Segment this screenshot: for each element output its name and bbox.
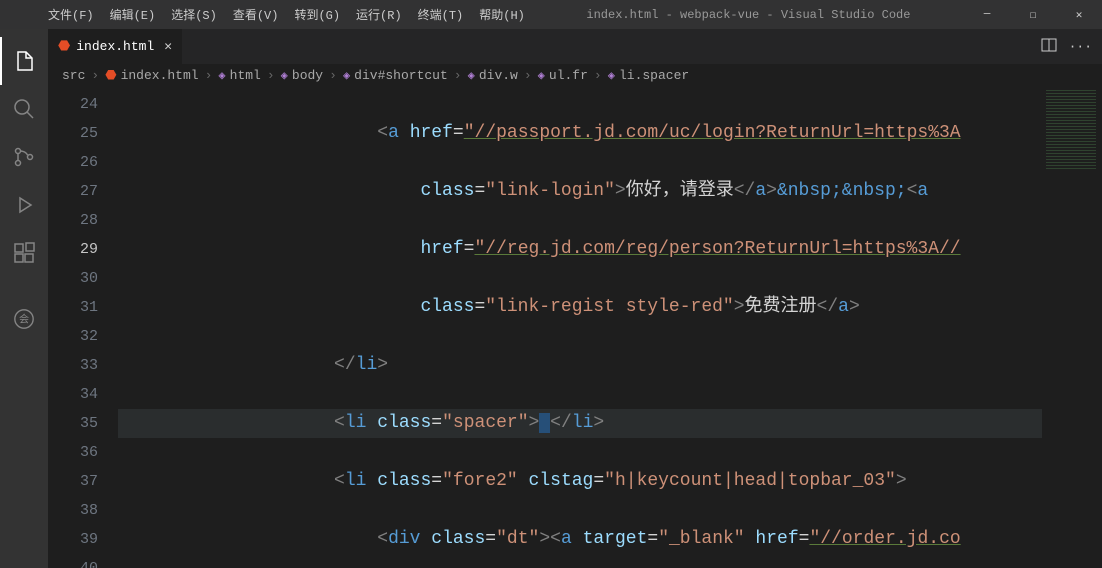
svg-text:会: 会 — [19, 313, 29, 327]
line-number: 38 — [48, 496, 98, 525]
line-number: 40 — [48, 554, 98, 568]
line-number: 34 — [48, 380, 98, 409]
tab-label: index.html — [76, 39, 154, 54]
breadcrumbs[interactable]: src › ⬣index.html › ◈html › ◈body › ◈div… — [48, 64, 1102, 86]
line-number: 25 — [48, 119, 98, 148]
line-number: 26 — [48, 148, 98, 177]
breadcrumb-li-spacer[interactable]: ◈li.spacer — [608, 68, 689, 83]
close-button[interactable]: ✕ — [1056, 0, 1102, 29]
line-number: 27 — [48, 177, 98, 206]
title-bar: 文件(F) 编辑(E) 选择(S) 查看(V) 转到(G) 运行(R) 终端(T… — [0, 0, 1102, 29]
chevron-right-icon: › — [594, 68, 602, 83]
line-number: 24 — [48, 90, 98, 119]
menu-view[interactable]: 查看(V) — [225, 6, 287, 23]
debug-icon[interactable] — [0, 181, 48, 229]
tab-actions: ··· — [1041, 29, 1102, 64]
line-number: 31 — [48, 293, 98, 322]
extensions-icon[interactable] — [0, 229, 48, 277]
line-gutter: 24 25 26 27 28 29 30 31 32 33 34 35 36 3… — [48, 86, 118, 568]
minimap[interactable] — [1042, 86, 1102, 568]
line-number: 35 — [48, 409, 98, 438]
menu-file[interactable]: 文件(F) — [40, 6, 102, 23]
window-controls: ─ ☐ ✕ — [964, 0, 1102, 29]
menu-terminal[interactable]: 终端(T) — [410, 6, 472, 23]
breadcrumb-html[interactable]: ◈html — [218, 68, 260, 83]
chevron-right-icon: › — [267, 68, 275, 83]
source-control-icon[interactable] — [0, 133, 48, 181]
close-icon[interactable]: ✕ — [164, 39, 172, 54]
breadcrumb-file[interactable]: ⬣index.html — [105, 68, 198, 83]
explorer-icon[interactable] — [0, 37, 48, 85]
breadcrumb-body[interactable]: ◈body — [281, 68, 323, 83]
line-number: 28 — [48, 206, 98, 235]
html-file-icon: ⬣ — [58, 38, 70, 55]
line-number: 36 — [48, 438, 98, 467]
menu-edit[interactable]: 编辑(E) — [102, 6, 164, 23]
tab-strip: ⬣ index.html ✕ ··· — [48, 29, 1102, 64]
account-icon[interactable]: 会 — [0, 295, 48, 343]
split-editor-icon[interactable] — [1041, 37, 1057, 57]
menu-bar: 文件(F) 编辑(E) 选择(S) 查看(V) 转到(G) 运行(R) 终端(T… — [0, 6, 533, 23]
breadcrumb-src[interactable]: src — [62, 68, 85, 83]
line-number: 30 — [48, 264, 98, 293]
activity-bar: 会 — [0, 29, 48, 568]
chevron-right-icon: › — [205, 68, 213, 83]
line-number: 32 — [48, 322, 98, 351]
chevron-right-icon: › — [454, 68, 462, 83]
editor-content[interactable]: <a href="//passport.jd.com/uc/login?Retu… — [118, 86, 1042, 568]
breadcrumb-ul-fr[interactable]: ◈ul.fr — [538, 68, 588, 83]
editor-area: ⬣ index.html ✕ ··· src › ⬣index.html › ◈… — [48, 29, 1102, 568]
line-number: 39 — [48, 525, 98, 554]
tag-icon: ◈ — [608, 68, 615, 83]
menu-goto[interactable]: 转到(G) — [286, 6, 348, 23]
menu-select[interactable]: 选择(S) — [163, 6, 225, 23]
tag-icon: ◈ — [343, 68, 350, 83]
window-title: index.html - webpack-vue - Visual Studio… — [533, 8, 964, 22]
code-area: 24 25 26 27 28 29 30 31 32 33 34 35 36 3… — [48, 86, 1102, 568]
tag-icon: ◈ — [538, 68, 545, 83]
more-icon[interactable]: ··· — [1069, 39, 1092, 54]
line-number: 33 — [48, 351, 98, 380]
tag-icon: ◈ — [468, 68, 475, 83]
minimize-button[interactable]: ─ — [964, 0, 1010, 29]
line-number: 37 — [48, 467, 98, 496]
breadcrumb-div-shortcut[interactable]: ◈div#shortcut — [343, 68, 448, 83]
menu-run[interactable]: 运行(R) — [348, 6, 410, 23]
search-icon[interactable] — [0, 85, 48, 133]
menu-help[interactable]: 帮助(H) — [471, 6, 533, 23]
chevron-right-icon: › — [91, 68, 99, 83]
line-number-active: 29 — [48, 235, 98, 264]
html-file-icon: ⬣ — [105, 68, 116, 83]
chevron-right-icon: › — [524, 68, 532, 83]
maximize-button[interactable]: ☐ — [1010, 0, 1056, 29]
breadcrumb-div-w[interactable]: ◈div.w — [468, 68, 518, 83]
tag-icon: ◈ — [281, 68, 288, 83]
main-layout: 会 ⬣ index.html ✕ ··· src › ⬣index.html ›… — [0, 29, 1102, 568]
chevron-right-icon: › — [329, 68, 337, 83]
tag-icon: ◈ — [218, 68, 225, 83]
tab-index-html[interactable]: ⬣ index.html ✕ — [48, 29, 183, 64]
